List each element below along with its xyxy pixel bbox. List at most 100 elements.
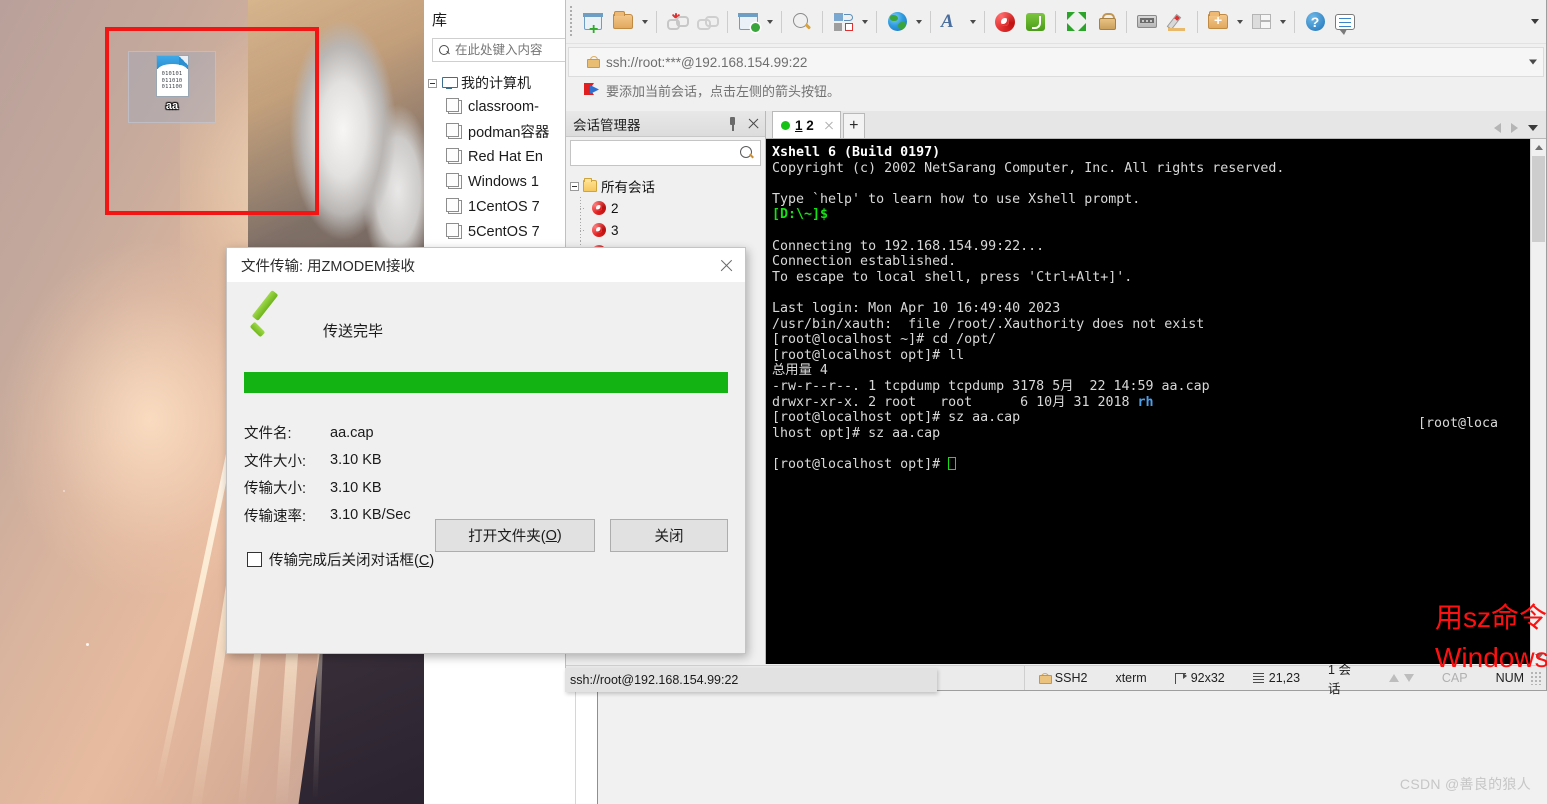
highlight-icon[interactable] [1162,7,1192,37]
terminal-scrollbar[interactable] [1530,139,1546,664]
success-check-icon [247,309,293,351]
pin-icon[interactable] [726,116,740,131]
help-icon[interactable]: ? [1300,7,1330,37]
explorer-lower-blank [424,655,565,804]
auto-close-accesskey: C [418,553,430,569]
keyboard-icon[interactable] [1132,7,1162,37]
add-session-hint: 要添加当前会话，点击左侧的箭头按钮。 [566,77,1546,103]
session-item[interactable]: 2 [570,197,765,219]
collapse-icon[interactable] [428,78,437,88]
library-search-box[interactable] [432,38,569,62]
session-root-label: 所有会话 [601,180,655,195]
vm-list-item[interactable]: Red Hat En [424,144,575,169]
disconnect-icon[interactable] [662,7,692,37]
tab-active-session[interactable]: 1 2 [772,111,841,138]
close-icon[interactable] [823,119,835,131]
new-session-icon[interactable] [578,7,608,38]
session-item[interactable]: 3 [570,219,765,241]
open-session-icon[interactable] [608,7,638,37]
status-size: 92x32 [1161,671,1239,685]
tree-root-my-computer[interactable]: 我的计算机 [424,72,575,94]
vm-list-item[interactable]: 1CentOS 7 [424,194,575,219]
next-tab-icon[interactable] [1511,123,1518,133]
terminal-line: To escape to local shell, press 'Ctrl+Al… [772,269,1133,285]
status-position-label: 21,23 [1268,671,1301,685]
chevron-down-icon[interactable] [1529,59,1537,65]
lock-icon [1038,672,1052,684]
new-folder-icon[interactable] [1203,7,1233,37]
feedback-icon[interactable] [1330,7,1360,37]
terminal-output[interactable]: Xshell 6 (Build 0197) Copyright (c) 2002… [766,139,1530,664]
terminal-line: -rw-r--r--. 1 tcpdump tcpdump 3178 5月 22… [772,378,1210,394]
cursor-position-icon [1252,672,1264,684]
scrollbar-thumb[interactable] [1532,156,1545,242]
address-bar[interactable]: ssh://root:***@192.168.154.99:22 [568,47,1544,77]
open-folder-button[interactable]: 打开文件夹(O) [435,519,595,552]
terminal-line: [root@localhost opt]# ll [772,347,965,363]
vm-list-item[interactable]: podman容器 [424,119,575,144]
xftp-icon[interactable] [1020,7,1050,37]
terminal-line: [root@localhost opt]# sz aa.cap [772,410,1021,426]
close-button[interactable]: 关闭 [610,519,728,552]
scroll-down-button[interactable] [1531,648,1547,664]
status-num-lock: NUM [1495,671,1525,685]
toolbar-overflow-icon[interactable] [1528,7,1542,37]
status-protocol: SSH2 [1025,671,1102,685]
web-browser-dropdown-icon[interactable] [912,7,925,37]
toolbar-separator [984,10,985,33]
close-icon[interactable] [713,252,739,278]
session-tree-root[interactable]: 所有会话 [570,175,765,197]
find-icon[interactable] [787,7,817,37]
collapse-icon[interactable] [570,181,579,191]
session-label: 3 [611,222,619,238]
auto-close-label-pre: 传输完成后关闭对话框( [269,553,419,569]
font-dropdown-icon[interactable] [966,7,979,37]
font-icon[interactable]: A [936,7,966,37]
xshell-icon[interactable] [990,7,1020,37]
prev-tab-icon[interactable] [1494,123,1501,133]
upload-arrow-icon [1388,674,1399,682]
library-search-input[interactable] [455,43,568,57]
new-folder-dropdown-icon[interactable] [1233,7,1246,37]
lock-icon[interactable] [1091,7,1121,37]
tab-list-icon[interactable] [1528,125,1538,131]
auto-close-checkbox[interactable] [247,552,262,567]
terminal-line: Connection established. [772,254,957,270]
file-transfer-icon[interactable] [828,7,858,37]
status-session-count: 1 会话 [1328,663,1351,696]
fullscreen-icon[interactable] [1061,7,1091,37]
toolbar-separator [876,10,877,33]
new-tab-button[interactable]: + [842,113,865,138]
open-session-dropdown-icon[interactable] [638,7,651,37]
transfer-info-table: 文件名: aa.cap 文件大小: 3.10 KB 传输大小: 3.10 KB … [244,419,728,529]
session-search-box[interactable] [570,140,761,166]
vm-list-item[interactable]: Windows 1 [424,169,575,194]
layout-icon[interactable] [1246,7,1276,37]
download-arrow-icon [1403,674,1414,682]
session-properties-dropdown-icon[interactable] [763,7,776,37]
desktop-file-icon-aa[interactable]: 010101 011010 011100 aa [128,51,216,123]
vm-list-item[interactable]: 5CentOS 7 [424,219,575,244]
status-terminal-type: xterm [1115,671,1147,685]
terminal-line: [root@localhost ~]# cd /opt/ [772,332,997,348]
transfer-progress-fill [244,372,728,393]
open-folder-accesskey: O [545,527,557,544]
close-icon[interactable] [747,117,760,130]
search-icon[interactable] [740,146,754,160]
vm-list-item[interactable]: classroom- [424,94,575,119]
resize-icon [1174,672,1187,684]
session-properties-icon[interactable] [733,7,763,37]
web-browser-icon[interactable] [882,7,912,37]
auto-close-checkbox-row[interactable]: 传输完成后关闭对话框(C) [244,549,728,570]
terminal-tab-bar: 1 2 + [766,111,1546,139]
file-transfer-dropdown-icon[interactable] [858,7,871,37]
layout-dropdown-icon[interactable] [1276,7,1289,37]
resize-grip[interactable] [1530,671,1543,685]
reconnect-icon[interactable] [692,7,722,37]
terminal-line: /usr/bin/xauth: file /root/.Xauthority d… [772,316,1205,332]
toolbar-grip[interactable] [568,5,574,38]
session-label: 2 [611,200,619,216]
scroll-up-button[interactable] [1531,139,1547,155]
terminal-line: Connecting to 192.168.154.99:22... [772,238,1045,254]
tab-label: 1 2 [795,118,814,133]
